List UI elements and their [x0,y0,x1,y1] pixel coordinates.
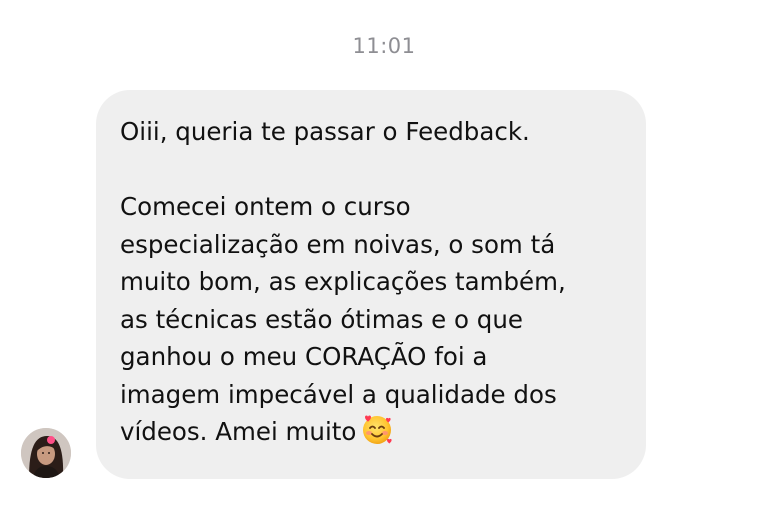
message-paragraph-1: Oiii, queria te passar o Feedback. [120,117,530,146]
message-line: especialização em noivas, o som tá [120,229,556,259]
message-line: as técnicas estão ótimas e o que [120,304,523,334]
message-timestamp: 11:01 [352,34,416,58]
sender-avatar[interactable] [21,428,71,478]
avatar-photo-icon [21,428,71,478]
message-line: imagem impecável a qualidade dos [120,379,557,409]
message-line-text: vídeos. Amei muito [120,417,357,446]
message-bubble[interactable]: Oiii, queria te passar o Feedback. Comec… [96,90,646,479]
message-line-last: vídeos. Amei muito [120,413,626,451]
smiling-face-with-hearts-icon [360,413,394,447]
message-line: muito bom, as explicações também, [120,267,566,296]
message-paragraph-2: Comecei ontem o curso especialização em … [120,188,626,451]
message-line: Comecei ontem o curso [120,192,411,221]
message-line: ganhou o meu CORAÇÃO foi a [120,342,488,371]
